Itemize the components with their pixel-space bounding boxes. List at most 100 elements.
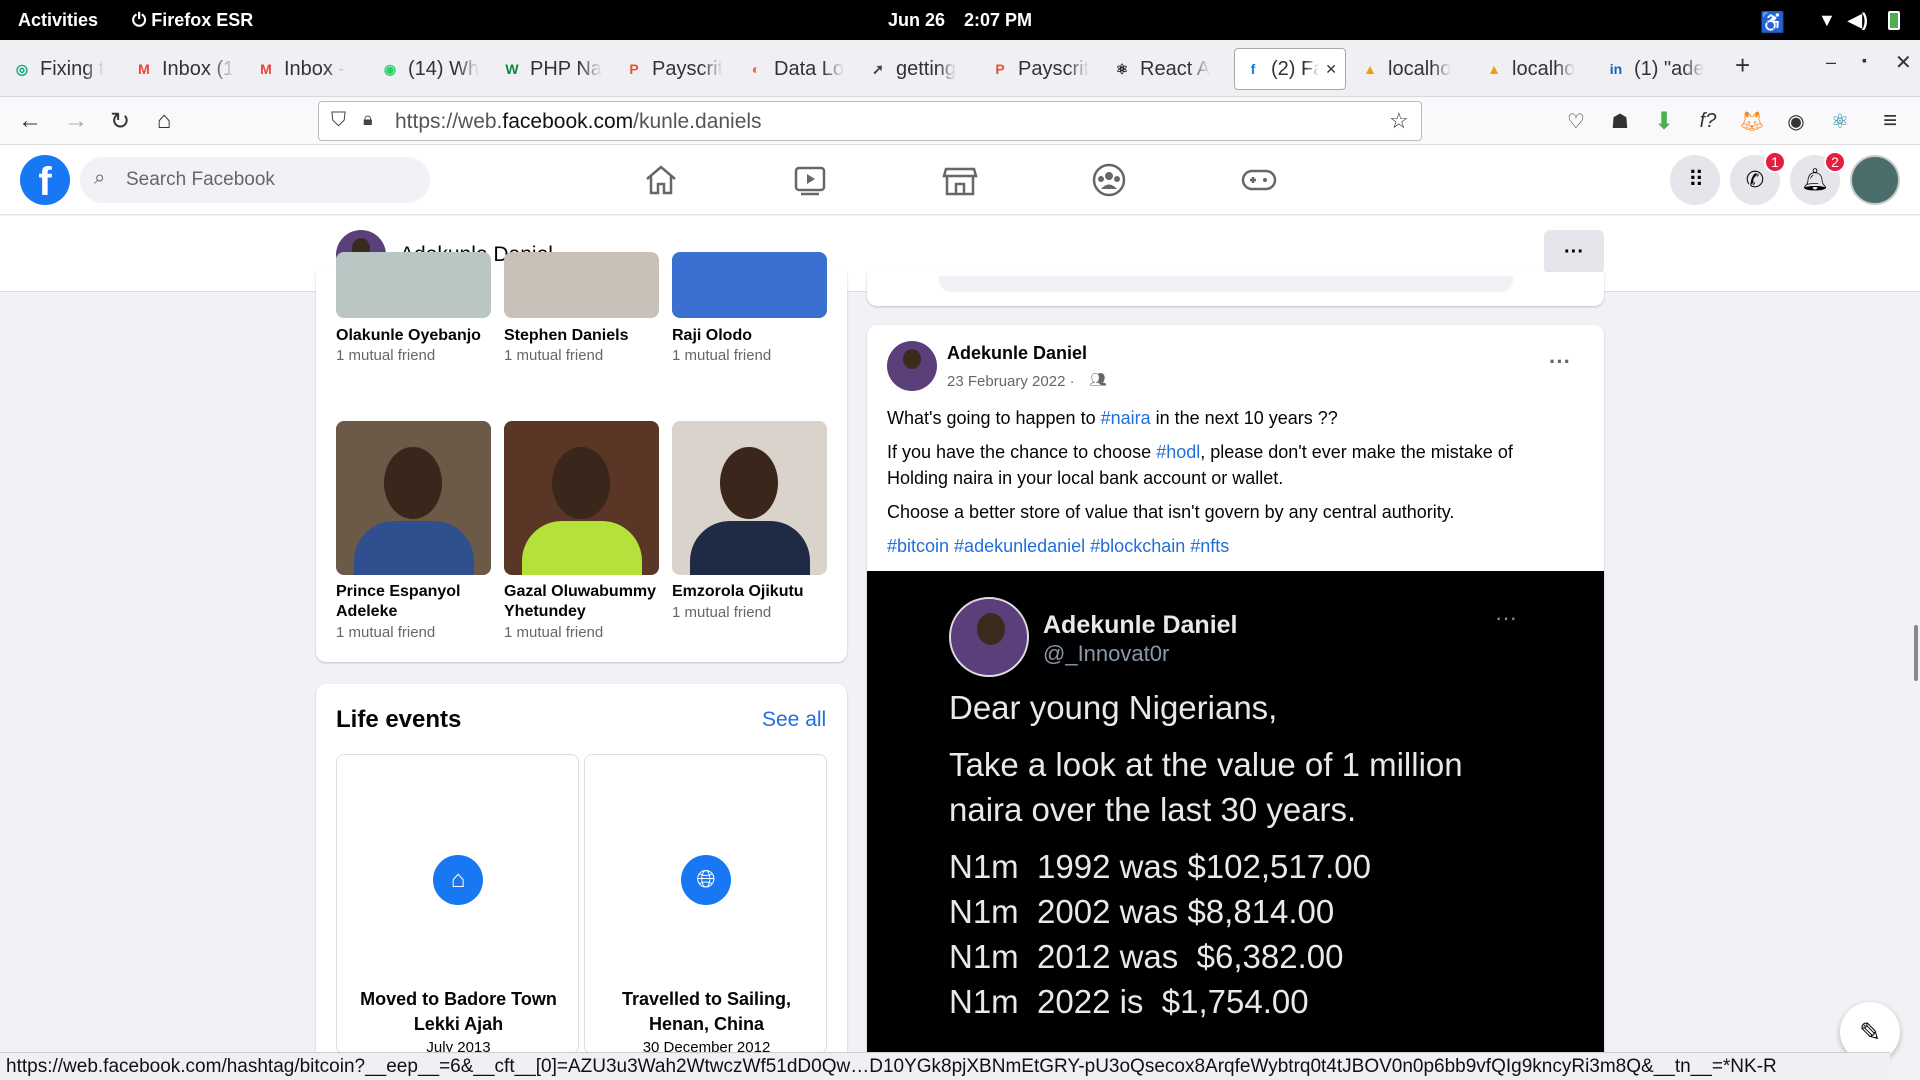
friend-mutual-count: 1 mutual friend	[336, 624, 436, 641]
forward-button[interactable]: →	[60, 105, 92, 137]
reload-button[interactable]: ↻	[104, 105, 136, 137]
tab-9[interactable]: ⚛ React A	[1112, 48, 1222, 90]
comment-input[interactable]	[939, 276, 1513, 292]
friend-photo[interactable]	[336, 421, 491, 575]
tab-label: React A	[1140, 57, 1211, 80]
home-nav-icon[interactable]	[643, 163, 679, 197]
groups-nav-icon[interactable]	[1091, 163, 1127, 197]
life-events-see-all-link[interactable]: See all	[762, 708, 826, 732]
notifications-button[interactable]: 🔔︎ 2	[1790, 151, 1846, 205]
friend-mutual-count: 1 mutual friend	[504, 624, 604, 641]
post-text: , please don't ever make the mistake of	[1200, 442, 1513, 462]
friend-name[interactable]: Olakunle Oyebanjo	[336, 326, 496, 346]
gaming-nav-icon[interactable]	[1241, 163, 1277, 197]
tab-favicon-icon: ◐	[751, 61, 761, 77]
battery-icon[interactable]	[1888, 11, 1900, 30]
post-author-name[interactable]: Adekunle Daniel	[947, 343, 1087, 364]
shield-icon[interactable]: ⛉	[331, 109, 346, 132]
tab-4[interactable]: W PHP Na	[502, 48, 612, 90]
friend-photo[interactable]	[672, 252, 827, 318]
url-text[interactable]: https://web.facebook.com/kunle.daniels	[395, 110, 762, 134]
friend-name[interactable]: Raji Olodo	[672, 326, 832, 346]
tab-0[interactable]: ◎ Fixing t	[12, 48, 122, 90]
post-body: What's going to happen to #naira in the …	[887, 405, 1587, 559]
friend-photo[interactable]	[504, 421, 659, 575]
wifi-icon[interactable]: ▼	[1818, 10, 1836, 31]
extension-icon[interactable]: ☗	[1604, 105, 1636, 137]
minimize-button[interactable]: –	[1826, 52, 1836, 73]
formula-extension-icon[interactable]: f?	[1692, 105, 1724, 137]
metamask-icon[interactable]: 🦊︎	[1736, 105, 1768, 137]
tab-favicon-icon: P	[995, 61, 1005, 77]
tweet-line: Take a look at the value of 1 million	[949, 746, 1463, 783]
account-avatar[interactable]	[1850, 155, 1900, 205]
bookmark-star-icon[interactable]: ☆	[1389, 108, 1409, 134]
tab-7[interactable]: ➚ getting	[868, 48, 978, 90]
menu-grid-button[interactable]: ⠿	[1670, 155, 1720, 205]
facebook-logo[interactable]: f	[20, 155, 70, 205]
friend-name[interactable]: Stephen Daniels	[504, 326, 664, 346]
volume-icon[interactable]: ◀)	[1848, 10, 1868, 31]
tab-12[interactable]: ▲ localho	[1484, 48, 1594, 90]
clock-time[interactable]: 2:07 PM	[964, 10, 1032, 31]
post-image-tweet[interactable]: Adekunle Daniel @_Innovat0r ··· Dear you…	[867, 571, 1604, 1080]
post-date[interactable]: 23 February 2022 ·	[947, 373, 1075, 390]
tab-11[interactable]: ▲ localho	[1360, 48, 1470, 90]
tab-6[interactable]: ◐ Data Lo	[746, 48, 856, 90]
friend-name[interactable]: Gazal Oluwabummy Yhetundey	[504, 582, 664, 622]
tab-1[interactable]: M Inbox (1	[134, 48, 244, 90]
post-more-button[interactable]: ···	[1549, 349, 1571, 375]
tweet-line: N1m 2022 is $1,754.00	[949, 983, 1309, 1020]
tweet-line: N1m 1992 was $102,517.00	[949, 848, 1371, 885]
hashtag-hodl-link[interactable]: #hodl	[1156, 442, 1200, 462]
friend-name[interactable]: Emzorola Ojikutu	[672, 582, 832, 602]
messenger-button[interactable]: ✆ 1	[1730, 151, 1786, 205]
tab-label: (2) Fa	[1271, 57, 1320, 80]
tab-favicon-icon: ⚛	[1115, 60, 1129, 77]
friend-name[interactable]: Prince Espanyol Adeleke	[336, 582, 496, 622]
tab-favicon-icon: M	[138, 61, 150, 77]
post-hashtags-links[interactable]: #bitcoin #adekunledaniel #blockchain #nf…	[887, 533, 1587, 559]
pocket-icon[interactable]: ♡	[1560, 105, 1592, 137]
tab-2[interactable]: M Inbox -	[256, 48, 366, 90]
hashtag-naira-link[interactable]: #naira	[1101, 408, 1151, 428]
back-button[interactable]: ←	[14, 105, 46, 137]
link-status-bar: https://web.facebook.com/hashtag/bitcoin…	[0, 1052, 1890, 1080]
new-tab-button[interactable]: +	[1735, 50, 1750, 81]
tab-10[interactable]: f (2) Fa ✕	[1234, 48, 1346, 90]
clock-date[interactable]: Jun 26	[888, 10, 945, 31]
friend-photo[interactable]	[504, 252, 659, 318]
tab-8[interactable]: P Payscrit	[990, 48, 1100, 90]
profile-more-button[interactable]: ···	[1544, 230, 1604, 274]
tab-13[interactable]: in (1) "ade	[1606, 48, 1724, 90]
watch-nav-icon[interactable]	[792, 163, 828, 197]
life-event-tile[interactable]: 🌐︎ Travelled to Sailing, Henan, China 30…	[584, 754, 827, 1056]
close-tab-icon[interactable]: ✕	[1325, 61, 1337, 78]
maximize-button[interactable]: ▪	[1862, 52, 1867, 68]
wallet-extension-icon[interactable]: ◉	[1780, 105, 1812, 137]
menu-icon[interactable]: ≡	[1874, 105, 1906, 137]
close-window-button[interactable]: ✕	[1895, 50, 1912, 75]
post-author-avatar[interactable]	[887, 341, 937, 391]
post-text: What's going to happen to	[887, 408, 1101, 428]
tab-5[interactable]: P Payscrit	[624, 48, 734, 90]
post-line: What's going to happen to #naira in the …	[887, 405, 1587, 431]
url-bar[interactable]: ⛉ 🔒︎ https://web.facebook.com/kunle.dani…	[318, 101, 1422, 141]
life-event-tile[interactable]: ⌂ Moved to Badore Town Lekki Ajah July 2…	[336, 754, 579, 1056]
friend-photo[interactable]	[672, 421, 827, 575]
home-button[interactable]: ⌂	[148, 105, 180, 137]
activities-button[interactable]: Activities	[18, 10, 98, 31]
marketplace-nav-icon[interactable]	[942, 163, 978, 197]
react-devtools-icon[interactable]: ⚛	[1824, 105, 1856, 137]
life-event-title: Travelled to Sailing, Henan, China	[621, 989, 792, 1034]
accessibility-icon[interactable]: ♿	[1760, 10, 1785, 35]
app-menu[interactable]: ⏻ Firefox ESR	[132, 10, 253, 31]
page-scrollbar-thumb[interactable]	[1914, 625, 1918, 681]
tab-favicon-icon: f	[1250, 61, 1256, 77]
lock-icon[interactable]: 🔒︎	[363, 109, 373, 130]
grid-icon: ⠿	[1687, 167, 1704, 192]
tab-3[interactable]: ◉ (14) Wh	[380, 48, 490, 90]
search-facebook-input[interactable]: ⌕ Search Facebook	[80, 157, 430, 203]
download-icon[interactable]: ⬇	[1648, 105, 1680, 137]
friend-photo[interactable]	[336, 252, 491, 318]
